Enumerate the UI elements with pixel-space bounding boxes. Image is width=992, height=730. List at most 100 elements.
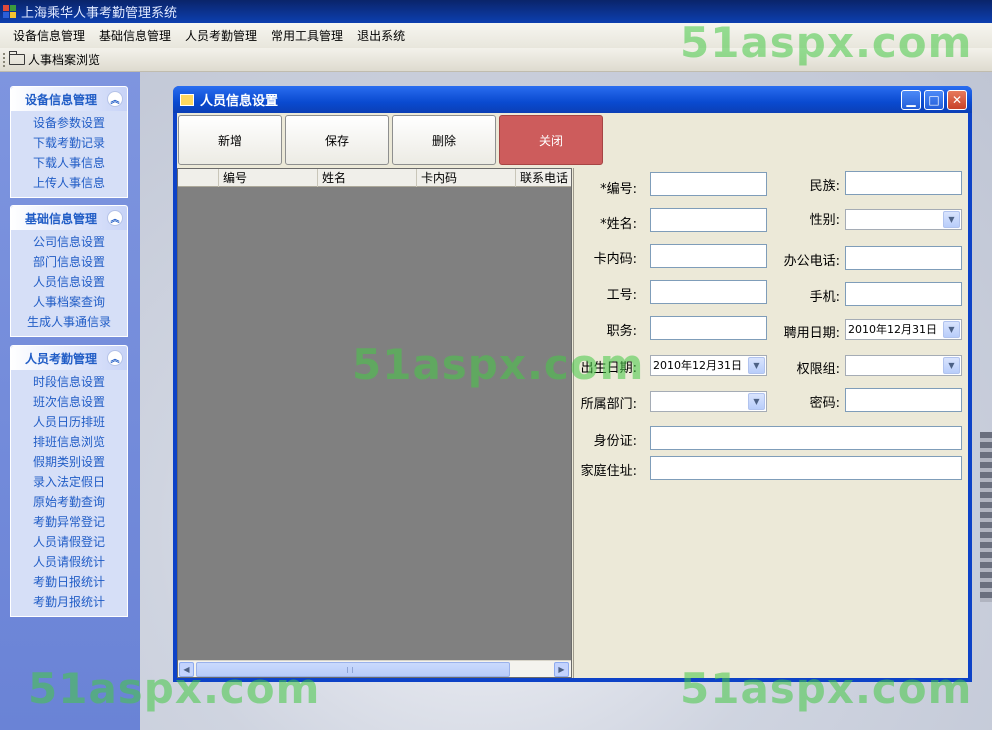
maximize-icon: □ [928, 93, 940, 107]
position-field[interactable] [650, 316, 767, 340]
toolbar-grip[interactable] [3, 52, 6, 67]
browse-records-button[interactable]: 人事档案浏览 [9, 51, 100, 68]
sidebar-group-header[interactable]: 基础信息管理 ︽ [11, 206, 127, 230]
address-label: 家庭住址: [580, 464, 637, 479]
menu-device[interactable]: 设备信息管理 [6, 27, 92, 44]
sidebar-item[interactable]: 公司信息设置 [11, 232, 127, 252]
sidebar-group-title: 设备信息管理 [25, 92, 98, 107]
person-form: *编号: 民族: *姓名: 性别: ▼ 卡内码: 办公电话: 工号: 手机: 职… [573, 168, 968, 678]
save-button[interactable]: 保存 [285, 115, 389, 165]
office-phone-field[interactable] [845, 246, 962, 270]
password-label: 密码: [809, 396, 840, 411]
minimize-icon: ▁ [906, 93, 916, 107]
horizontal-scrollbar[interactable]: ◀ ▶ [178, 660, 571, 677]
sidebar-item[interactable]: 部门信息设置 [11, 252, 127, 272]
person-info-window: 人员信息设置 ▁ □ ✕ 新增 保存 删除 关闭 编号 姓名 卡内码 联系电话 … [173, 86, 972, 682]
sidebar-item[interactable]: 考勤日报统计 [11, 572, 127, 592]
chevron-down-icon[interactable]: ▼ [748, 393, 765, 410]
id-card-field[interactable] [650, 426, 962, 450]
sidebar-item[interactable]: 设备参数设置 [11, 113, 127, 133]
app-icon [3, 4, 17, 19]
sidebar-item[interactable]: 排班信息浏览 [11, 432, 127, 452]
toolbar: 人事档案浏览 [0, 48, 992, 72]
collapse-icon[interactable]: ︽ [107, 91, 123, 107]
name-field[interactable] [650, 208, 767, 232]
close-icon: ✕ [951, 93, 963, 107]
employee-no-field[interactable] [650, 280, 767, 304]
person-grid[interactable]: 编号 姓名 卡内码 联系电话 ◀ ▶ [177, 168, 572, 678]
card-field[interactable] [650, 244, 767, 268]
birth-date-picker[interactable]: 2010年12月31日 ▼ [650, 355, 767, 376]
mobile-field[interactable] [845, 282, 962, 306]
menu-exit[interactable]: 退出系统 [350, 27, 412, 44]
sidebar-group-header[interactable]: 设备信息管理 ︽ [11, 87, 127, 111]
ethnicity-label: 民族: [809, 179, 840, 194]
column-header-card[interactable]: 卡内码 [417, 169, 516, 187]
window-title-bar[interactable]: 人员信息设置 [173, 86, 972, 113]
card-label: 卡内码: [593, 252, 637, 267]
chevron-down-icon[interactable]: ▼ [943, 211, 960, 228]
grid-row-header-corner [178, 169, 219, 187]
close-button[interactable]: 关闭 [499, 115, 603, 165]
add-button[interactable]: 新增 [178, 115, 282, 165]
hire-date-label: 聘用日期: [783, 326, 840, 341]
sidebar-item[interactable]: 假期类别设置 [11, 452, 127, 472]
sidebar-item[interactable]: 原始考勤查询 [11, 492, 127, 512]
chevron-down-icon[interactable]: ▼ [943, 357, 960, 374]
collapse-icon[interactable]: ︽ [107, 210, 123, 226]
password-field[interactable] [845, 388, 962, 412]
scroll-left-icon[interactable]: ◀ [179, 662, 194, 677]
permission-select[interactable]: ▼ [845, 355, 962, 376]
sidebar-item[interactable]: 下载考勤记录 [11, 133, 127, 153]
menu-basic[interactable]: 基础信息管理 [92, 27, 178, 44]
birth-date-value: 2010年12月31日 [653, 359, 742, 372]
sidebar-group-header[interactable]: 人员考勤管理 ︽ [11, 346, 127, 370]
name-label: *姓名: [600, 217, 637, 232]
sidebar-group-basic: 基础信息管理 ︽ 公司信息设置 部门信息设置 人员信息设置 人事档案查询 生成人… [10, 205, 128, 337]
sidebar-item[interactable]: 时段信息设置 [11, 372, 127, 392]
sidebar-item[interactable]: 人事档案查询 [11, 292, 127, 312]
sidebar-item[interactable]: 人员请假统计 [11, 552, 127, 572]
sidebar-item[interactable]: 上传人事信息 [11, 173, 127, 193]
chevron-down-icon[interactable]: ▼ [748, 357, 765, 374]
column-header-id[interactable]: 编号 [219, 169, 318, 187]
ethnicity-field[interactable] [845, 171, 962, 195]
sidebar-item[interactable]: 考勤月报统计 [11, 592, 127, 612]
column-header-phone[interactable]: 联系电话 [516, 169, 571, 187]
department-label: 所属部门: [580, 397, 637, 412]
sidebar-item[interactable]: 人员请假登记 [11, 532, 127, 552]
gender-select[interactable]: ▼ [845, 209, 962, 230]
id-field[interactable] [650, 172, 767, 196]
sidebar-item[interactable]: 人员信息设置 [11, 272, 127, 292]
browse-records-label: 人事档案浏览 [28, 53, 101, 67]
sidebar-item[interactable]: 下载人事信息 [11, 153, 127, 173]
menu-attendance[interactable]: 人员考勤管理 [178, 27, 264, 44]
department-select[interactable]: ▼ [650, 391, 767, 412]
address-field[interactable] [650, 456, 962, 480]
sidebar-item[interactable]: 班次信息设置 [11, 392, 127, 412]
window-body: 新增 保存 删除 关闭 编号 姓名 卡内码 联系电话 ◀ ▶ *编号: 民族: [177, 113, 968, 678]
position-label: 职务: [606, 324, 637, 339]
chevron-down-icon[interactable]: ▼ [943, 321, 960, 338]
sidebar-item[interactable]: 考勤异常登记 [11, 512, 127, 532]
minimize-button[interactable]: ▁ [901, 90, 921, 110]
delete-button[interactable]: 删除 [392, 115, 496, 165]
sidebar-group-attendance: 人员考勤管理 ︽ 时段信息设置 班次信息设置 人员日历排班 排班信息浏览 假期类… [10, 345, 128, 617]
gender-label: 性别: [809, 213, 840, 228]
scroll-thumb[interactable] [196, 662, 510, 677]
close-window-button[interactable]: ✕ [947, 90, 967, 110]
scroll-right-icon[interactable]: ▶ [554, 662, 569, 677]
window-icon [180, 93, 194, 106]
collapse-icon[interactable]: ︽ [107, 350, 123, 366]
hire-date-value: 2010年12月31日 [848, 323, 937, 336]
hire-date-picker[interactable]: 2010年12月31日 ▼ [845, 319, 962, 340]
mobile-label: 手机: [809, 290, 840, 305]
column-header-name[interactable]: 姓名 [318, 169, 417, 187]
sidebar-item[interactable]: 人员日历排班 [11, 412, 127, 432]
sidebar-item[interactable]: 生成人事通信录 [11, 312, 127, 332]
sidebar-item[interactable]: 录入法定假日 [11, 472, 127, 492]
menu-tools[interactable]: 常用工具管理 [264, 27, 350, 44]
sidebar-group-device: 设备信息管理 ︽ 设备参数设置 下载考勤记录 下载人事信息 上传人事信息 [10, 86, 128, 198]
maximize-button[interactable]: □ [924, 90, 944, 110]
folder-open-icon [9, 51, 25, 65]
